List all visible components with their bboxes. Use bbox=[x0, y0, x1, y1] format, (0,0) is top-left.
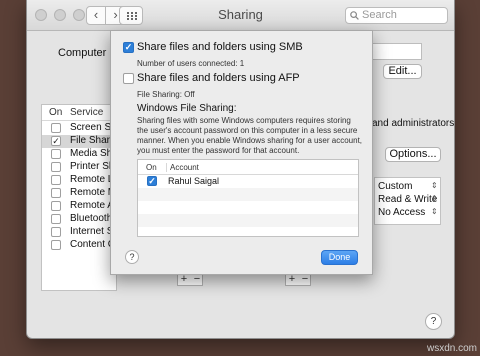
permission-custom[interactable]: Custom ⇕ bbox=[378, 181, 438, 192]
permission-label: No Access bbox=[378, 207, 426, 218]
permissions-list: Custom ⇕ Read & Write ⇕ No Access ⇕ bbox=[374, 177, 441, 225]
watermark: wsxdn.com bbox=[426, 343, 477, 354]
smb-options-sheet: ✓ Share files and folders using SMB Numb… bbox=[110, 30, 373, 275]
remove-button[interactable]: − bbox=[191, 274, 203, 285]
edit-button[interactable]: Edit... bbox=[383, 64, 422, 79]
smb-label: Share files and folders using SMB bbox=[137, 41, 303, 53]
service-checkbox[interactable] bbox=[51, 227, 61, 237]
service-row-remote-management[interactable]: Remote Ma bbox=[42, 187, 116, 200]
users-connected-text: Number of users connected: 1 bbox=[137, 59, 245, 68]
account-checkbox[interactable]: ✓ bbox=[147, 176, 157, 186]
smb-checkbox[interactable]: ✓ bbox=[123, 42, 134, 53]
service-row-screen-sharing[interactable]: Screen Sha bbox=[42, 122, 116, 135]
permission-label: Read & Write bbox=[378, 194, 438, 205]
sheet-help-button[interactable]: ? bbox=[125, 250, 139, 264]
afp-checkbox[interactable] bbox=[123, 73, 134, 84]
title-bar: ‹ › Sharing Search bbox=[27, 0, 454, 31]
add-button[interactable]: + bbox=[178, 274, 190, 285]
service-checkbox[interactable] bbox=[51, 123, 61, 133]
service-checkbox[interactable] bbox=[51, 214, 61, 224]
service-checkbox[interactable] bbox=[51, 175, 61, 185]
windows-sharing-description: Sharing files with some Windows computer… bbox=[137, 116, 363, 155]
empty-row bbox=[138, 214, 358, 227]
service-checkbox[interactable] bbox=[51, 162, 61, 172]
search-placeholder: Search bbox=[362, 9, 397, 21]
on-column-header: On bbox=[146, 163, 157, 172]
accounts-header: On Account bbox=[138, 160, 358, 175]
accounts-table: On Account ✓ Rahul Saigal bbox=[137, 159, 359, 237]
service-checkbox[interactable] bbox=[51, 201, 61, 211]
add-button[interactable]: + bbox=[286, 274, 298, 285]
on-column-header: On bbox=[49, 107, 63, 118]
service-row-printer-sharing[interactable]: Printer Sha bbox=[42, 161, 116, 174]
done-button[interactable]: Done bbox=[321, 250, 358, 265]
service-row-file-sharing[interactable]: ✓File Sharing bbox=[42, 135, 116, 148]
search-field[interactable]: Search bbox=[345, 7, 448, 24]
service-checkbox[interactable] bbox=[51, 240, 61, 250]
sharing-window: ‹ › Sharing Search Computer Na Edit... O… bbox=[27, 0, 454, 338]
stepper-icon: ⇕ bbox=[431, 181, 438, 190]
account-row[interactable]: ✓ Rahul Saigal bbox=[138, 175, 358, 188]
admin-text: and administrators bbox=[372, 118, 454, 129]
permission-no-access[interactable]: No Access ⇕ bbox=[378, 207, 438, 218]
service-checkbox[interactable] bbox=[51, 149, 61, 159]
empty-row bbox=[138, 188, 358, 201]
computer-name-field[interactable] bbox=[367, 43, 422, 60]
services-header: On Service bbox=[42, 105, 116, 121]
service-row-bluetooth-sharing[interactable]: Bluetooth S bbox=[42, 213, 116, 226]
account-column-header: Account bbox=[166, 163, 199, 172]
help-button[interactable]: ? bbox=[425, 313, 442, 330]
service-row-remote-apple-events[interactable]: Remote Ap bbox=[42, 200, 116, 213]
account-name: Rahul Saigal bbox=[168, 176, 220, 186]
afp-status-text: File Sharing: Off bbox=[137, 90, 195, 99]
permission-label: Custom bbox=[378, 181, 413, 192]
windows-sharing-heading: Windows File Sharing: bbox=[137, 103, 237, 114]
stepper-icon: ⇕ bbox=[431, 207, 438, 216]
service-column-header: Service bbox=[70, 107, 104, 118]
service-row-media-sharing[interactable]: Media Shar bbox=[42, 148, 116, 161]
permission-read-write[interactable]: Read & Write ⇕ bbox=[378, 194, 438, 205]
search-icon bbox=[350, 11, 359, 20]
remove-button[interactable]: − bbox=[299, 274, 311, 285]
service-row-internet-sharing[interactable]: Internet Sh bbox=[42, 226, 116, 239]
service-checkbox-checked[interactable]: ✓ bbox=[51, 136, 61, 146]
afp-label: Share files and folders using AFP bbox=[137, 72, 300, 84]
options-button[interactable]: Options... bbox=[385, 147, 441, 162]
service-row-content-caching[interactable]: Content Ca bbox=[42, 239, 116, 252]
service-checkbox[interactable] bbox=[51, 188, 61, 198]
services-list: On Service Screen Sha ✓File Sharing Medi… bbox=[41, 104, 117, 291]
stepper-icon: ⇕ bbox=[431, 194, 438, 203]
service-row-remote-login[interactable]: Remote Log bbox=[42, 174, 116, 187]
